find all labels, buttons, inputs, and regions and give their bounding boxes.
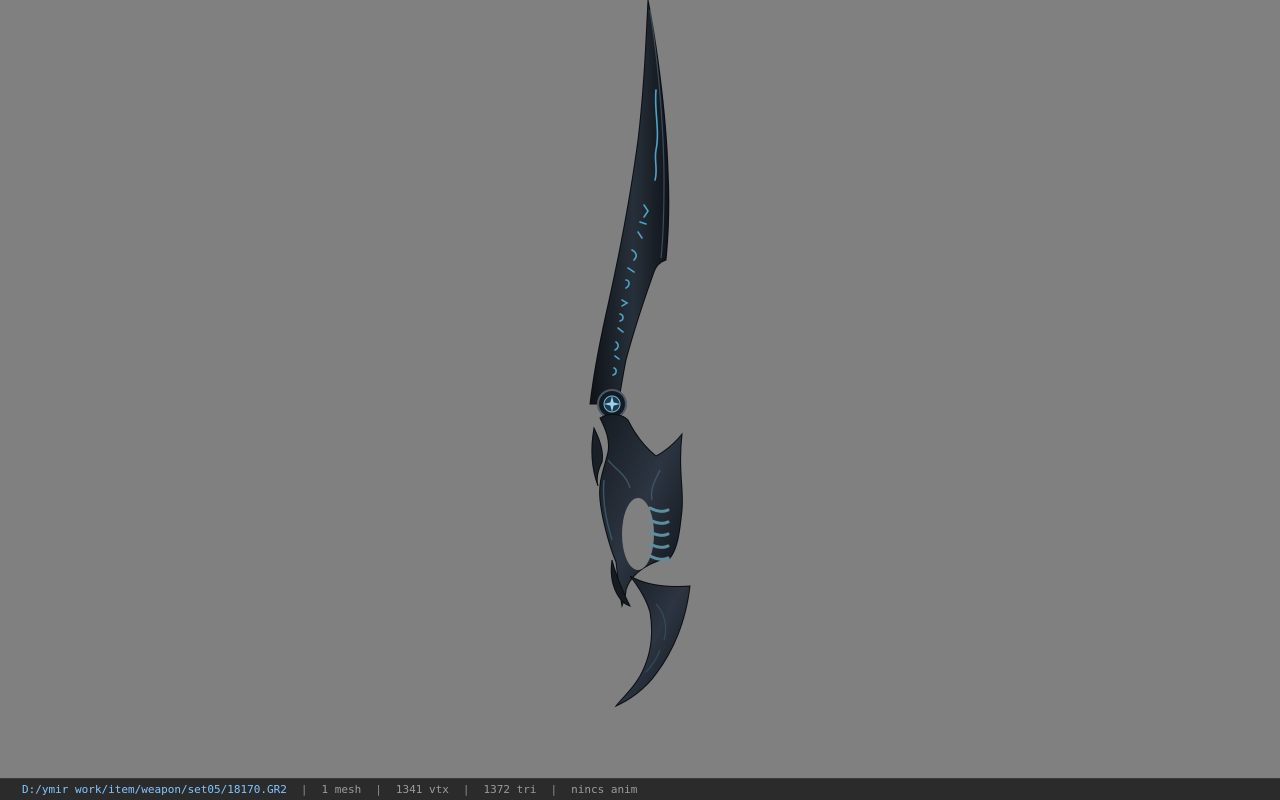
separator: |	[300, 783, 308, 796]
3d-viewport[interactable]	[0, 0, 1280, 778]
separator: |	[375, 783, 382, 796]
anim-status: nincs anim	[571, 783, 638, 796]
separator: |	[550, 783, 558, 796]
mesh-count: 1 mesh	[321, 783, 362, 796]
separator: |	[462, 783, 470, 796]
file-path: D:/ymir work/item/weapon/set05/18170.GR2	[22, 783, 287, 796]
medallion-gem	[597, 389, 627, 419]
triangle-count: 1372 tri	[483, 783, 537, 796]
status-bar: D:/ymir work/item/weapon/set05/18170.GR2…	[0, 778, 1280, 800]
vertex-count: 1341 vtx	[395, 783, 449, 796]
sword-model[interactable]	[560, 0, 720, 720]
pommel-hook	[614, 575, 691, 708]
